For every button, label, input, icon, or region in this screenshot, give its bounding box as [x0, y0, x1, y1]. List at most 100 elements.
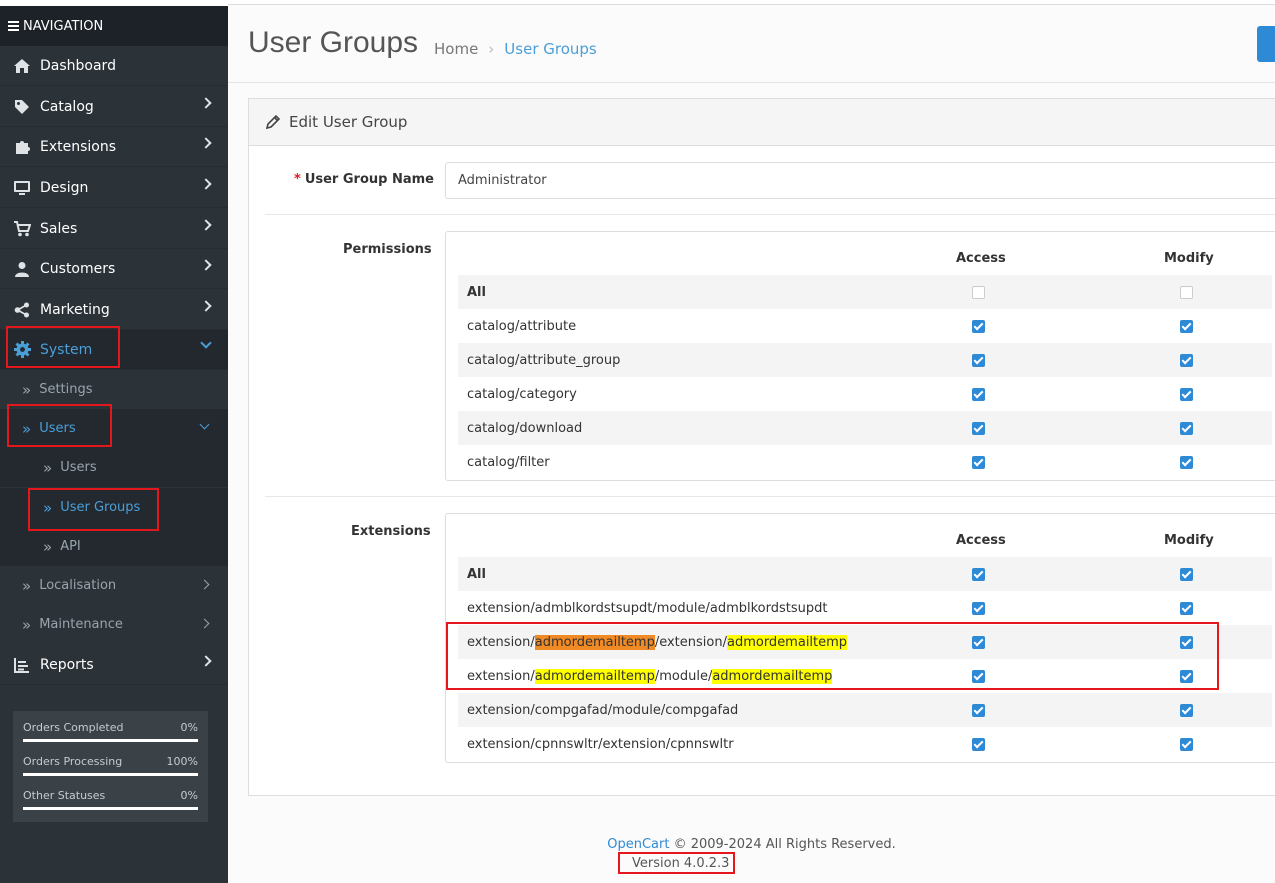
- sidebar-item-label: Sales: [40, 220, 78, 237]
- sidebar-subitem-localisation[interactable]: » Localisation: [0, 566, 228, 605]
- sidebar-item-extensions[interactable]: Extensions: [0, 127, 228, 167]
- table-row: extension/compgafad/module/compgafad: [458, 693, 1272, 727]
- modify-checkbox[interactable]: [1180, 602, 1193, 615]
- chevron-right-icon: [200, 137, 212, 149]
- footer: OpenCart © 2009-2024 All Rights Reserved…: [228, 837, 1275, 852]
- access-checkbox[interactable]: [972, 388, 985, 401]
- table-row: catalog/category: [458, 377, 1272, 411]
- home-icon: [12, 58, 32, 74]
- opencart-link[interactable]: OpenCart: [607, 837, 669, 852]
- access-checkbox[interactable]: [972, 738, 985, 751]
- chart-icon: [12, 657, 32, 673]
- modify-checkbox[interactable]: [1180, 568, 1193, 581]
- save-button[interactable]: [1257, 26, 1275, 62]
- annotation-box-extension-rows: [446, 622, 1219, 690]
- sidebar-subitem-maintenance[interactable]: » Maintenance: [0, 605, 228, 644]
- access-checkbox[interactable]: [972, 354, 985, 367]
- order-stats-panel: Orders Completed 0% Orders Processing 10…: [13, 711, 208, 822]
- row-label: catalog/filter: [467, 454, 550, 470]
- breadcrumb-separator-icon: ›: [488, 40, 495, 58]
- breadcrumb-user-groups[interactable]: User Groups: [504, 40, 596, 58]
- sidebar-subitem-api[interactable]: » API: [0, 527, 228, 566]
- monitor-icon: [12, 180, 32, 196]
- table-row: extension/cpnnswltr/extension/cpnnswltr: [458, 727, 1272, 761]
- chevron-right-icon: [200, 178, 212, 190]
- required-mark: *: [294, 172, 301, 187]
- access-checkbox[interactable]: [972, 320, 985, 333]
- stat-progress-bar: [23, 773, 198, 776]
- access-checkbox[interactable]: [972, 568, 985, 581]
- access-checkbox[interactable]: [972, 456, 985, 469]
- row-label: extension/compgafad/module/compgafad: [467, 702, 739, 718]
- stat-percent: 100%: [166, 755, 198, 768]
- extensions-label: Extensions: [351, 524, 431, 539]
- modify-checkbox[interactable]: [1180, 286, 1193, 299]
- nav-header[interactable]: NAVIGATION: [0, 0, 228, 46]
- permissions-table: Access Modify All catalog/attribute cata…: [445, 231, 1275, 481]
- user-group-name-label-text: User Group Name: [304, 172, 434, 187]
- user-icon: [12, 261, 32, 277]
- row-label: catalog/attribute_group: [467, 352, 621, 368]
- user-group-name-input[interactable]: [445, 162, 1275, 199]
- row-label: extension/admblkordstsupdt/module/admblk…: [467, 600, 828, 616]
- sidebar-item-design[interactable]: Design: [0, 168, 228, 208]
- access-checkbox[interactable]: [972, 602, 985, 615]
- annotation-box-system: [6, 326, 120, 368]
- chevron-down-icon: [200, 337, 212, 349]
- tag-icon: [12, 99, 32, 115]
- breadcrumb-home[interactable]: Home: [434, 40, 478, 58]
- divider: [265, 496, 1275, 497]
- sidebar-item-catalog[interactable]: Catalog: [0, 87, 228, 127]
- chevron-right-icon: [200, 300, 212, 312]
- pencil-icon: [265, 114, 281, 130]
- page-title: User Groups: [248, 26, 419, 59]
- row-label: catalog/download: [467, 420, 583, 436]
- table-row: All: [458, 275, 1272, 309]
- stat-label: Orders Completed: [23, 721, 124, 734]
- annotation-box-version: [618, 852, 735, 874]
- divider: [265, 214, 1275, 215]
- modify-checkbox[interactable]: [1180, 738, 1193, 751]
- sidebar-item-label: Reports: [40, 656, 94, 673]
- stat-percent: 0%: [180, 721, 198, 734]
- modify-checkbox[interactable]: [1180, 456, 1193, 469]
- chevron-right-icon: [200, 219, 212, 231]
- modify-checkbox[interactable]: [1180, 422, 1193, 435]
- permissions-label: Permissions: [343, 242, 432, 257]
- top-bar: [228, 0, 1275, 5]
- sidebar-item-reports[interactable]: Reports: [0, 645, 228, 685]
- modify-checkbox[interactable]: [1180, 388, 1193, 401]
- sidebar-item-label: Marketing: [40, 301, 110, 318]
- double-chevron-icon: »: [22, 380, 31, 399]
- modify-checkbox[interactable]: [1180, 354, 1193, 367]
- card-header: Edit User Group: [249, 99, 1275, 146]
- access-checkbox[interactable]: [972, 704, 985, 717]
- modify-checkbox[interactable]: [1180, 320, 1193, 333]
- breadcrumb: Home › User Groups: [434, 40, 597, 58]
- sidebar-item-marketing[interactable]: Marketing: [0, 290, 228, 330]
- stat-orders-processing: Orders Processing 100%: [23, 745, 198, 779]
- annotation-box-user-groups: [28, 488, 159, 531]
- chevron-right-icon: [200, 97, 212, 109]
- user-group-name-label: * User Group Name: [294, 172, 434, 187]
- stat-other-statuses: Other Statuses 0%: [23, 779, 198, 813]
- sidebar-subitem-label: API: [60, 539, 81, 554]
- table-header: Access Modify: [446, 232, 1275, 275]
- share-icon: [12, 302, 32, 318]
- puzzle-icon: [12, 138, 32, 155]
- sidebar-subitem-label: Users: [60, 460, 97, 475]
- table-row: catalog/filter: [458, 445, 1272, 479]
- sidebar-item-sales[interactable]: Sales: [0, 209, 228, 249]
- sidebar-subitem-users-list[interactable]: » Users: [0, 448, 228, 487]
- access-checkbox[interactable]: [972, 286, 985, 299]
- cart-icon: [12, 220, 32, 237]
- access-checkbox[interactable]: [972, 422, 985, 435]
- modify-checkbox[interactable]: [1180, 704, 1193, 717]
- sidebar-item-dashboard[interactable]: Dashboard: [0, 46, 228, 86]
- sidebar-item-label: Dashboard: [40, 57, 116, 74]
- sidebar-subitem-label: Settings: [39, 382, 93, 397]
- double-chevron-icon: »: [22, 576, 31, 595]
- stat-label: Orders Processing: [23, 755, 123, 768]
- sidebar-item-label: Catalog: [40, 98, 94, 115]
- sidebar-item-customers[interactable]: Customers: [0, 249, 228, 289]
